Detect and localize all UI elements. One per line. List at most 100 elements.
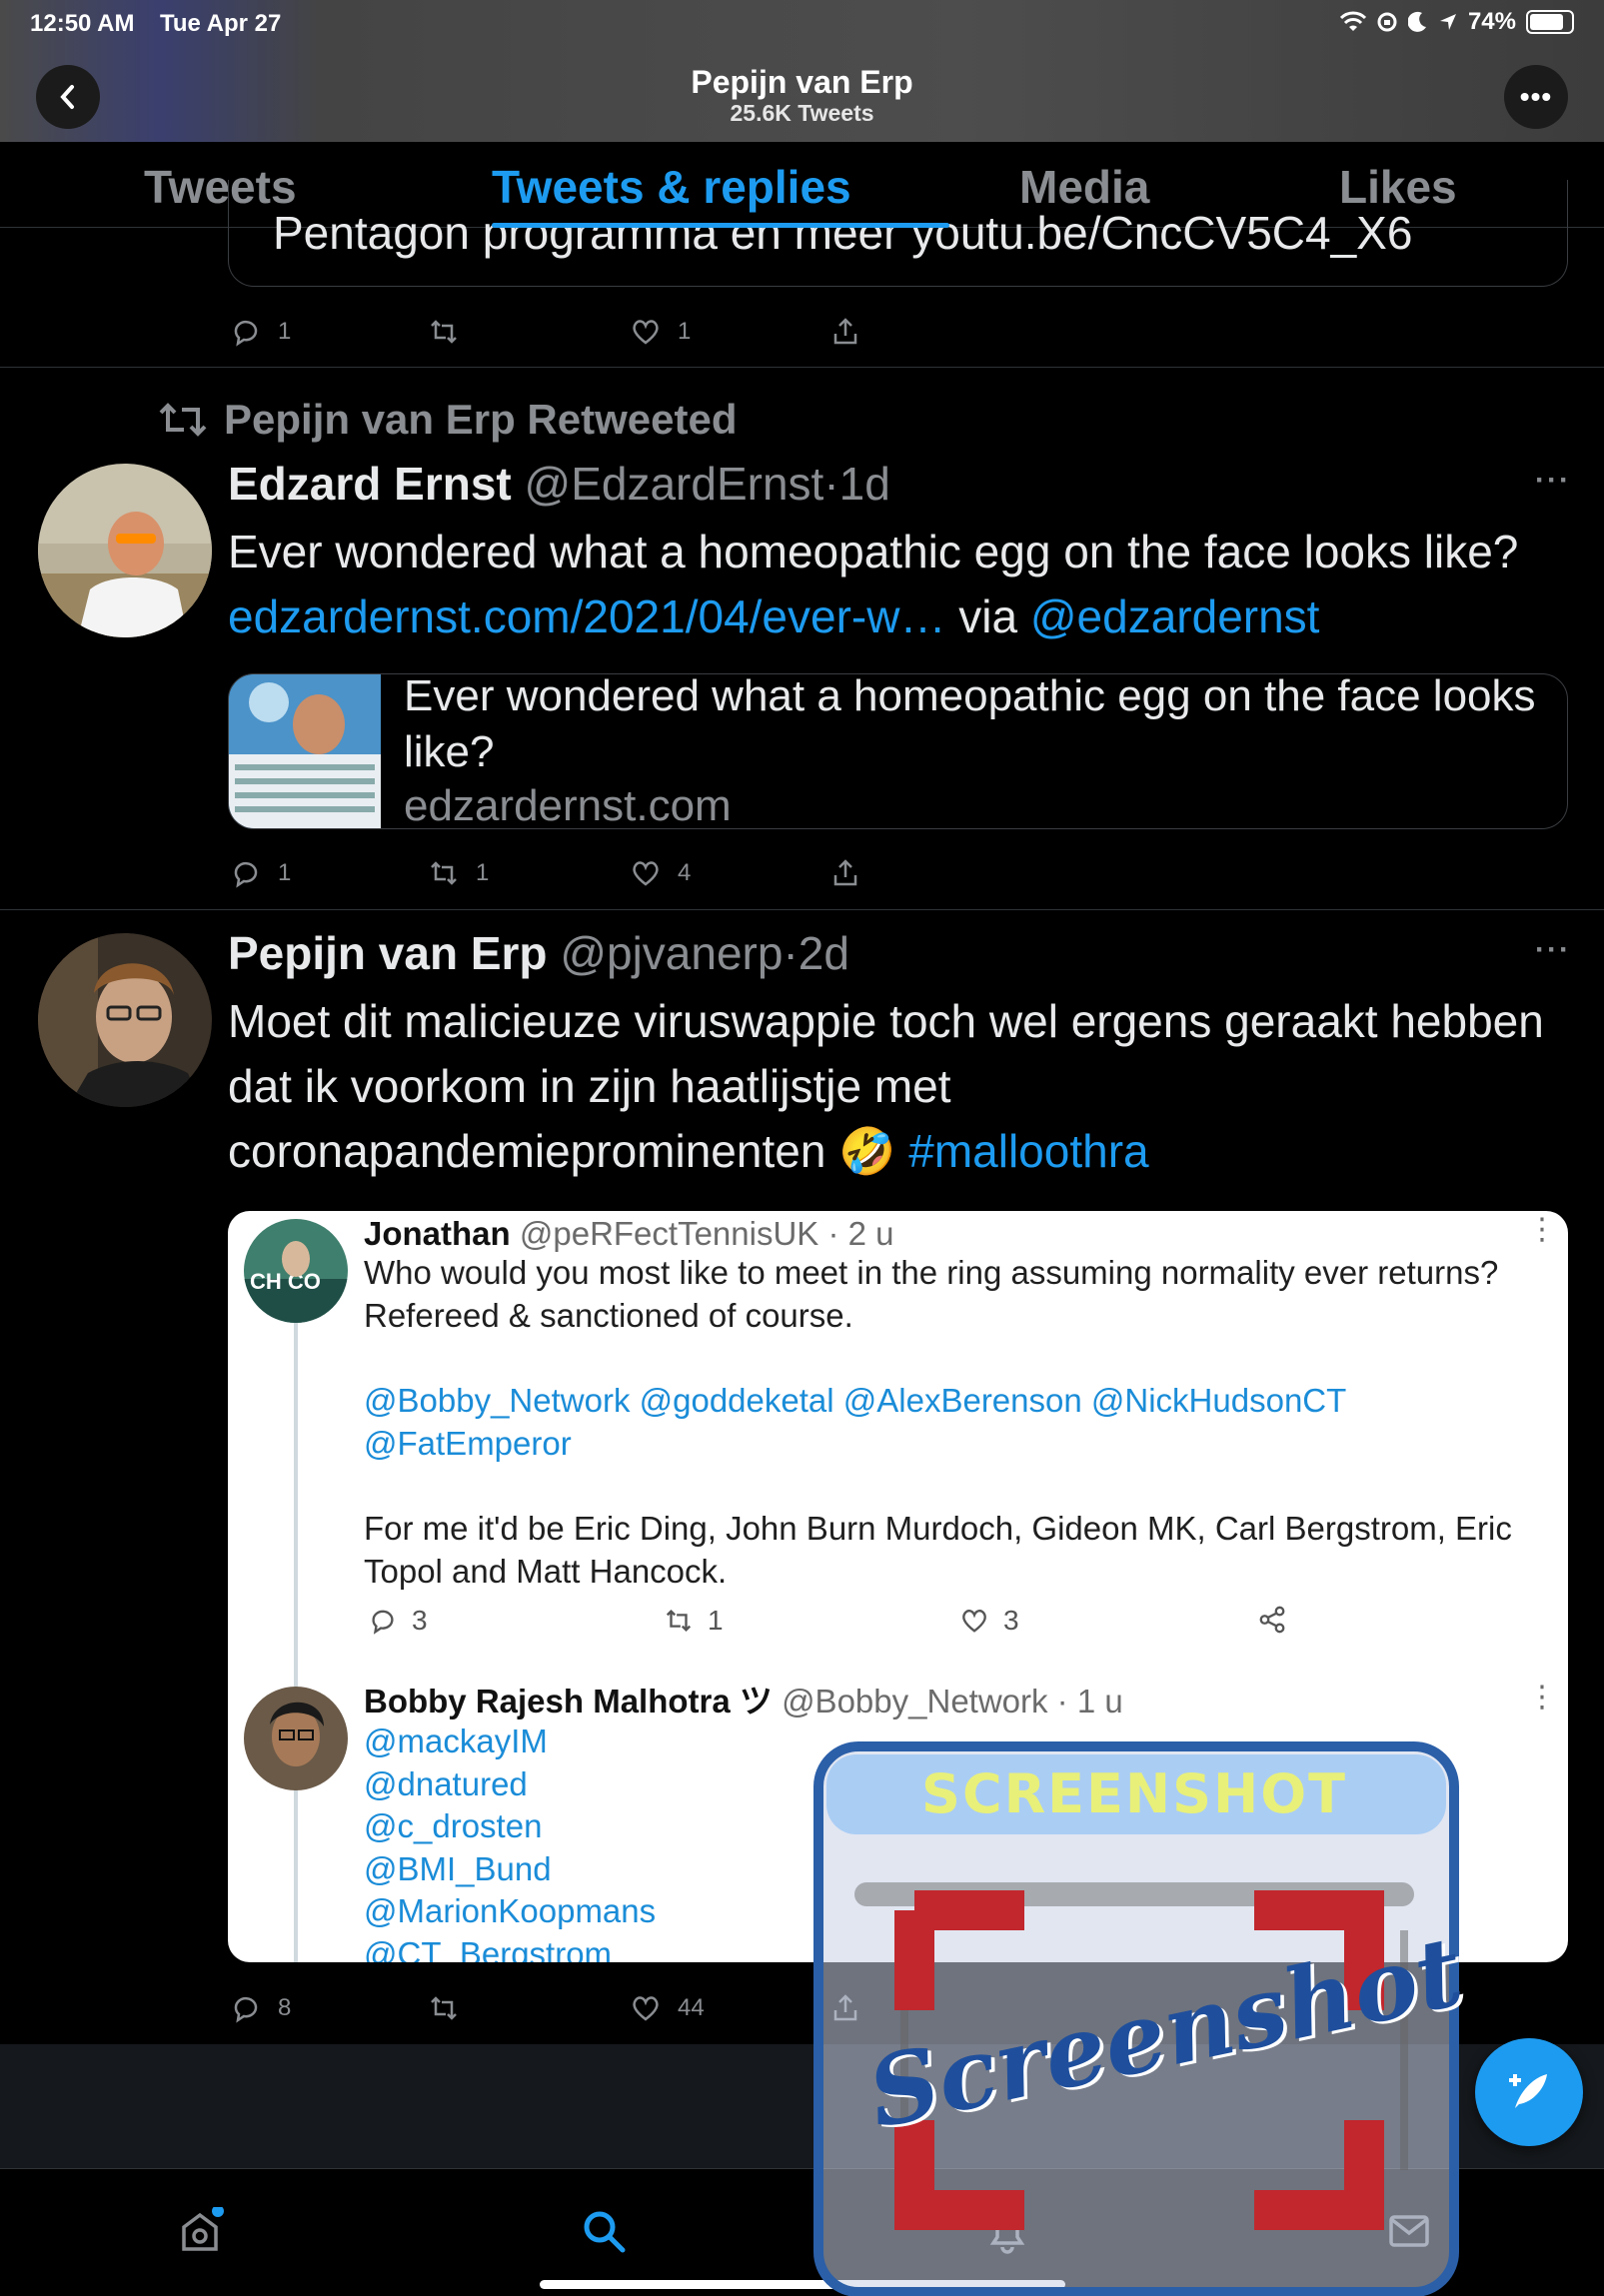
- like-button[interactable]: 1: [630, 316, 691, 348]
- status-indicators: 74%: [1339, 8, 1574, 36]
- embedded-retweet: 1: [664, 1605, 724, 1637]
- tweet-time: 2d: [798, 927, 849, 979]
- retweet-button[interactable]: [428, 316, 460, 348]
- embedded-tweet-header: Bobby Rajesh Malhotra ツ @Bobby_Network ·…: [364, 1679, 1123, 1724]
- embedded-mention: @MarionKoopmans: [364, 1892, 657, 1929]
- tweet-count: 25.6K Tweets: [730, 100, 874, 126]
- author-handle[interactable]: @pjvanerp: [560, 927, 783, 979]
- retweet-icon: [159, 403, 207, 437]
- tweet-header: Pepijn van Erp @pjvanerp·2d: [228, 925, 849, 981]
- embedded-like: 3: [959, 1605, 1019, 1637]
- avatar-image: [38, 933, 212, 1107]
- retweet-icon: [431, 320, 457, 344]
- svg-text:CH CO: CH CO: [250, 1269, 321, 1294]
- link-card-title: Ever wondered what a homeopathic egg on …: [404, 673, 1536, 776]
- hashtag-link[interactable]: #malloothra: [908, 1125, 1148, 1177]
- wifi-icon: [1339, 11, 1366, 31]
- embedded-mention-list: @mackayIM @dnatured @c_drosten @BMI_Bund…: [364, 1721, 656, 1962]
- embedded-text: For me it'd be Eric Ding, John Burn Murd…: [364, 1510, 1512, 1590]
- nav-home[interactable]: [176, 2205, 224, 2260]
- search-icon: [584, 2211, 626, 2253]
- link-card-title: Pentagon programma en meer youtu.be/CncC…: [273, 207, 1413, 259]
- like-button[interactable]: 44: [630, 1992, 705, 2024]
- author-name[interactable]: Edzard Ernst: [228, 458, 512, 510]
- via-label: via: [958, 590, 1018, 642]
- reply-button[interactable]: 1: [230, 857, 291, 889]
- reply-count: 1: [278, 859, 292, 886]
- divider: [0, 909, 1604, 910]
- tweet-header: Edzard Ernst @EdzardErnst·1d: [228, 456, 890, 512]
- link-card[interactable]: Ever wondered what a homeopathic egg on …: [228, 673, 1568, 829]
- share-icon: [1259, 1606, 1285, 1634]
- embedded-author: Jonathan: [364, 1215, 511, 1252]
- share-icon: [833, 318, 857, 345]
- reply-icon: [234, 320, 258, 347]
- tweet-text: Moet dit malicieuze viruswappie toch wel…: [228, 989, 1557, 1184]
- reply-icon: [234, 861, 258, 888]
- moon-icon: [1407, 11, 1426, 32]
- like-count: 4: [678, 859, 692, 886]
- home-icon: [182, 2205, 224, 2251]
- more-icon: •••: [1519, 81, 1553, 112]
- avatar-image: [38, 464, 212, 637]
- more-options-button[interactable]: •••: [1504, 65, 1568, 129]
- avatar: CH CO: [244, 1219, 348, 1323]
- heart-icon: [962, 1610, 986, 1633]
- like-button[interactable]: 4: [630, 857, 691, 889]
- embedded-mention: @dnatured: [364, 1764, 528, 1802]
- embedded-text: Who would you most like to meet in the r…: [364, 1254, 1499, 1334]
- compose-tweet-button[interactable]: [1475, 2038, 1583, 2146]
- heart-icon: [633, 1996, 659, 2021]
- via-mention[interactable]: @edzardernst: [1030, 590, 1320, 642]
- thread-line: [294, 1297, 298, 1962]
- embedded-mention: @mackayIM: [364, 1722, 548, 1759]
- embedded-retweet-count: 1: [708, 1605, 724, 1636]
- tweet-menu-button[interactable]: ···: [1535, 933, 1571, 967]
- share-button[interactable]: [829, 316, 861, 348]
- tweet-menu-button[interactable]: ···: [1535, 464, 1571, 498]
- separator-dot: ·: [783, 927, 799, 979]
- embedded-reply-count: 3: [412, 1605, 428, 1636]
- heart-icon: [633, 861, 659, 886]
- tweet-text: Ever wondered what a homeopathic egg on …: [228, 520, 1587, 649]
- avatar[interactable]: [38, 464, 212, 637]
- reply-button[interactable]: 1: [230, 316, 291, 348]
- avatar[interactable]: [38, 933, 212, 1107]
- embedded-mentions: @Bobby_Network @goddeketal @AlexBerenson…: [364, 1382, 1346, 1462]
- screenshot-watermark: SCREENSHOT Screenshot: [804, 1740, 1471, 2296]
- profile-name: Pepijn van Erp: [691, 64, 913, 100]
- divider: [0, 367, 1604, 368]
- retweet-icon: [431, 1996, 457, 2020]
- embedded-menu-icon: ⋮: [1527, 1681, 1557, 1714]
- embedded-menu-icon: ⋮: [1527, 1213, 1557, 1246]
- reply-icon: [372, 1610, 394, 1635]
- reply-count: 8: [278, 1994, 292, 2021]
- retweet-button[interactable]: [428, 1992, 460, 2024]
- tweet-link[interactable]: edzardernst.com/2021/04/ever-w…: [228, 590, 945, 642]
- embedded-handle: @peRFectTennisUK · 2 u: [519, 1215, 894, 1252]
- tweet-time: 1d: [838, 458, 890, 510]
- retweet-button[interactable]: 1: [428, 857, 489, 889]
- embedded-reply: 3: [368, 1605, 428, 1637]
- retweet-icon: [666, 1609, 692, 1633]
- link-card-domain: edzardernst.com: [404, 781, 732, 829]
- share-button[interactable]: [829, 857, 861, 889]
- retweet-context-label: Pepijn van Erp Retweeted: [224, 396, 738, 443]
- reply-count: 1: [278, 318, 292, 345]
- author-name[interactable]: Pepijn van Erp: [228, 927, 548, 979]
- location-icon: [1439, 14, 1456, 30]
- link-card[interactable]: Pentagon programma en meer youtu.be/CncC…: [228, 180, 1568, 287]
- link-card-thumbnail: [229, 674, 381, 828]
- embedded-mention: @CT_Bergstrom: [364, 1934, 613, 1963]
- tweet-body: Ever wondered what a homeopathic egg on …: [228, 526, 1519, 577]
- retweet-icon: [431, 861, 457, 885]
- reply-button[interactable]: 8: [230, 1992, 291, 2024]
- reply-icon: [234, 1996, 258, 2023]
- nav-search[interactable]: [580, 2207, 628, 2260]
- embedded-share: [1257, 1605, 1287, 1635]
- like-count: 1: [678, 318, 692, 345]
- retweet-count: 1: [476, 859, 490, 886]
- author-handle[interactable]: @EdzardErnst: [525, 458, 824, 510]
- status-time: 12:50 AM: [30, 10, 135, 37]
- watermark-banner-text: SCREENSHOT: [921, 1762, 1347, 1825]
